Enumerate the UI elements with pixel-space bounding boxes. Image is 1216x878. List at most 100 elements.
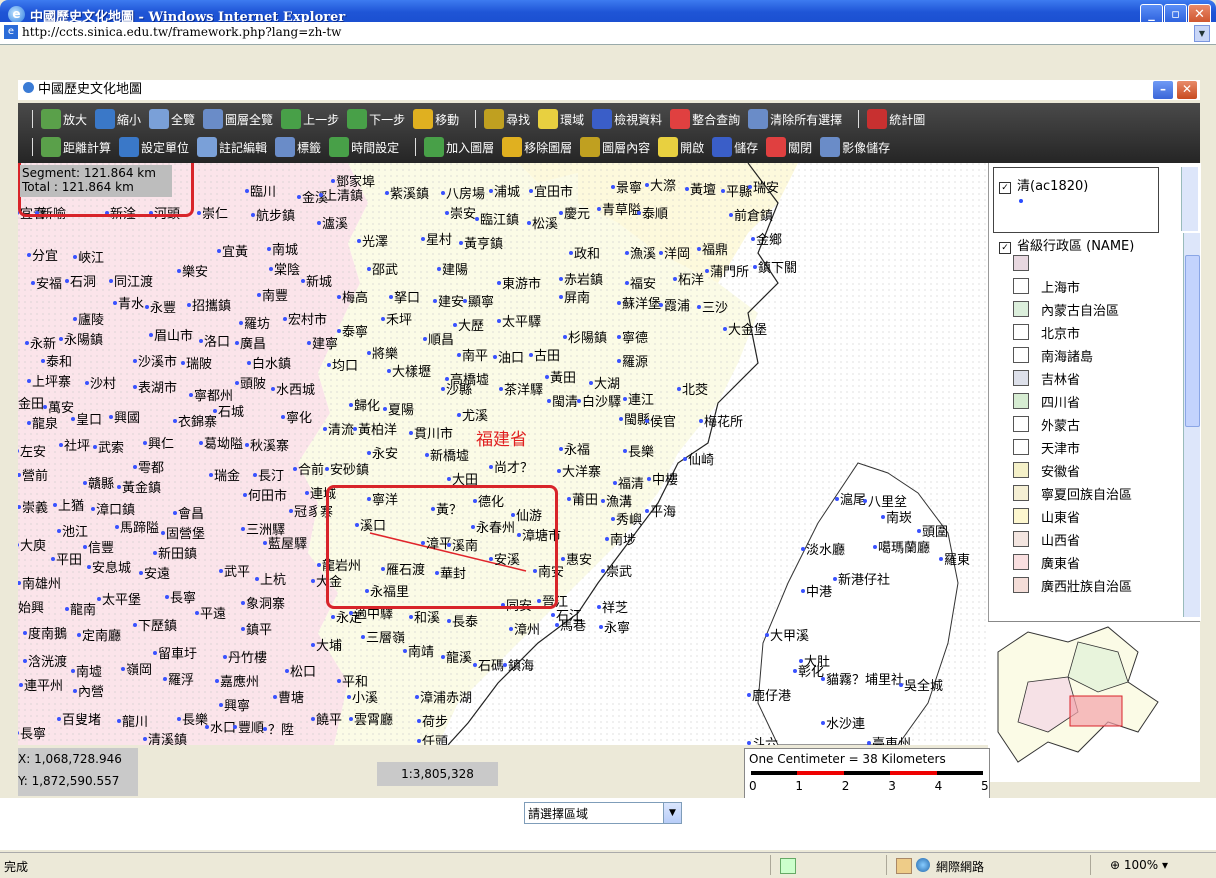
place-label: 太平驛 — [502, 315, 542, 330]
toolbar-button-6[interactable]: 移除圖層 — [502, 137, 572, 157]
page-status-icon — [780, 858, 796, 874]
place-dot-icon — [57, 529, 61, 533]
place-label: 淡水廳 — [806, 543, 846, 558]
toolbar-button-2[interactable]: 註記編輯 — [197, 137, 267, 157]
zoom-level[interactable]: ⊕ 100% ▾ — [1110, 858, 1168, 872]
place-label: 新城 — [306, 275, 333, 290]
toolbar-button-8[interactable]: 環域 — [538, 109, 584, 129]
tool-label: 時間設定 — [351, 140, 400, 155]
place-dot-icon — [285, 669, 289, 673]
place-label: 葛坳隘 — [204, 437, 244, 452]
checkbox-icon[interactable]: ✓ — [999, 182, 1011, 194]
place-label: 青草隘 — [602, 203, 642, 218]
toolbar-button-4[interactable]: 時間設定 — [329, 137, 399, 157]
place-dot-icon — [647, 477, 651, 481]
place-dot-icon — [421, 237, 425, 241]
place-dot-icon — [559, 277, 563, 281]
place-dot-icon — [241, 627, 245, 631]
chevron-down-icon[interactable]: ▼ — [663, 803, 681, 823]
place-label: 內營 — [78, 685, 105, 700]
toolbar-button-10[interactable]: 關閉 — [766, 137, 812, 157]
region-select[interactable]: 請選擇區域 ▼ — [524, 802, 682, 824]
place-dot-icon — [289, 509, 293, 513]
toolbar-button-1[interactable]: 設定單位 — [119, 137, 189, 157]
place-dot-icon — [563, 335, 567, 339]
place-dot-icon — [27, 253, 31, 257]
place-dot-icon — [561, 557, 565, 561]
place-dot-icon — [283, 317, 287, 321]
legend-swatch — [1013, 301, 1029, 317]
map-scale-ratio: 1:3,805,328 — [377, 762, 498, 786]
place-label: 新港仔社 — [838, 573, 891, 588]
place-dot-icon — [673, 277, 677, 281]
place-dot-icon — [23, 659, 27, 663]
tool-icon — [203, 109, 224, 129]
tool-icon — [658, 137, 679, 157]
toolbar-button-7[interactable]: 圖層內容 — [580, 137, 650, 157]
scale-tick-label: 5 — [981, 779, 989, 793]
place-dot-icon — [433, 299, 437, 303]
layer-scrollbar[interactable] — [1181, 167, 1198, 231]
checkbox-icon[interactable]: ✓ — [999, 242, 1011, 254]
place-label: 拏口 — [394, 291, 421, 306]
toolbar-button-0[interactable]: 放大 — [41, 109, 87, 129]
legend-swatch — [1013, 554, 1029, 570]
place-dot-icon — [403, 649, 407, 653]
place-label: 八房場 — [446, 187, 486, 202]
place-label: 永新 — [30, 337, 57, 352]
place-label: 水西城 — [276, 383, 316, 398]
place-label: 興寧 — [224, 699, 251, 714]
place-dot-icon — [257, 293, 261, 297]
place-label: 合前 — [298, 463, 325, 478]
tool-icon — [329, 137, 350, 157]
toolbar-button-9[interactable]: 儲存 — [712, 137, 758, 157]
place-label: 滬尾 — [840, 493, 867, 508]
layer-toggle-province[interactable]: ✓ 省級行政區 (NAME) — [999, 235, 1134, 254]
place-label: 永安 — [372, 447, 399, 462]
place-label: 長寧 — [20, 727, 47, 742]
toolbar-button-6[interactable]: 移動 — [413, 109, 459, 129]
toolbar-button-2[interactable]: 全覽 — [149, 109, 195, 129]
place-dot-icon — [337, 295, 341, 299]
place-dot-icon — [349, 717, 353, 721]
toolbar-button-11[interactable]: 影像儲存 — [820, 137, 890, 157]
toolbar-button-3[interactable]: 圖層全覽 — [203, 109, 273, 129]
map-canvas[interactable]: 臨川 金溪 上清鎮 鄧家埠 紫溪鎮 八房場 浦城 宜田市 景寧 大漈 黃壇 平縣 瑞安 宜春 新喻 新淦 河頭崇… — [18, 163, 988, 745]
toolbar-button-0[interactable]: 距離計算 — [41, 137, 111, 157]
overview-map[interactable] — [988, 621, 1200, 782]
toolbar-button-11[interactable]: 清除所有選擇 — [748, 109, 842, 129]
toolbar-button-9[interactable]: 檢視資料 — [592, 109, 662, 129]
toolbar-button-4[interactable]: 上一步 — [281, 109, 339, 129]
place-dot-icon — [447, 619, 451, 623]
inner-close-button[interactable]: ✕ — [1176, 80, 1198, 100]
toolbar-button-5[interactable]: 加入圖層 — [424, 137, 494, 157]
place-dot-icon — [873, 545, 877, 549]
province-label: 福建省 — [476, 430, 527, 450]
toolbar-button-5[interactable]: 下一步 — [347, 109, 405, 129]
place-dot-icon — [357, 239, 361, 243]
toolbar-button-3[interactable]: 標籤 — [275, 137, 321, 157]
place-dot-icon — [409, 431, 413, 435]
address-url[interactable]: http://ccts.sinica.edu.tw/framework.php?… — [22, 25, 341, 39]
place-dot-icon — [729, 213, 733, 217]
place-label: 東游市 — [502, 277, 542, 292]
place-dot-icon — [597, 207, 601, 211]
place-label: 三沙 — [702, 301, 729, 316]
place-dot-icon — [381, 317, 385, 321]
toolbar-button-8[interactable]: 開啟 — [658, 137, 704, 157]
toolbar-button-1[interactable]: 縮小 — [95, 109, 141, 129]
toolbar-button-7[interactable]: 尋找 — [484, 109, 530, 129]
layer-toggle-qing[interactable]: ✓ 清(ac1820) — [999, 175, 1088, 194]
address-bar[interactable]: e http://ccts.sinica.edu.tw/framework.ph… — [0, 22, 1216, 45]
legend-scrollbar[interactable] — [1183, 233, 1200, 617]
place-label: 太平堡 — [102, 593, 142, 608]
legend-label: 山西省 — [1041, 534, 1081, 549]
place-label: 南埗 — [610, 533, 637, 548]
place-label: 南平 — [462, 349, 489, 364]
address-dropdown-button[interactable]: ▼ — [1194, 25, 1210, 42]
tool-label: 設定單位 — [141, 140, 190, 155]
toolbar-button-10[interactable]: 整合查詢 — [670, 109, 740, 129]
inner-minimize-button[interactable]: – — [1152, 80, 1174, 100]
toolbar-button-12[interactable]: 統計圖 — [867, 109, 925, 129]
legend-scroll-thumb[interactable] — [1185, 255, 1200, 427]
